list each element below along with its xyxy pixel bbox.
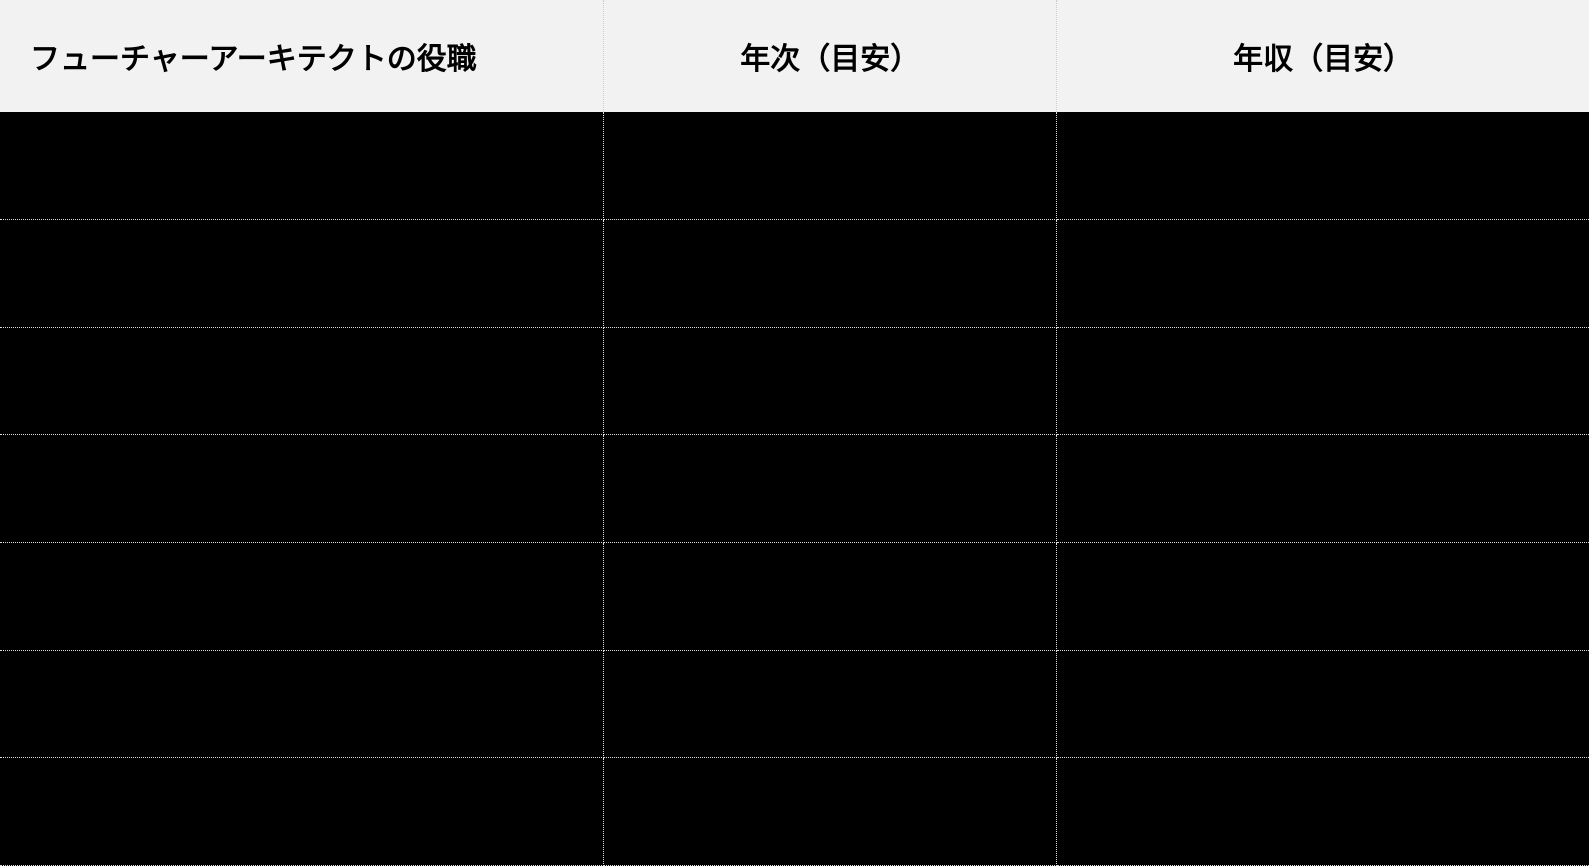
- table-row: [0, 220, 1589, 328]
- cell-position: [0, 758, 604, 866]
- header-years: 年次（目安）: [604, 0, 1057, 112]
- cell-salary: [1057, 327, 1589, 435]
- header-salary: 年収（目安）: [1057, 0, 1589, 112]
- cell-position: [0, 112, 604, 220]
- table-row: [0, 435, 1589, 543]
- cell-salary: [1057, 758, 1589, 866]
- cell-position: [0, 435, 604, 543]
- cell-years: [604, 327, 1057, 435]
- cell-salary: [1057, 435, 1589, 543]
- table-row: [0, 758, 1589, 866]
- cell-years: [604, 758, 1057, 866]
- salary-table: フューチャーアーキテクトの役職 年次（目安） 年収（目安）: [0, 0, 1589, 866]
- cell-position: [0, 327, 604, 435]
- salary-table-container: フューチャーアーキテクトの役職 年次（目安） 年収（目安）: [0, 0, 1589, 866]
- cell-salary: [1057, 220, 1589, 328]
- table-header-row: フューチャーアーキテクトの役職 年次（目安） 年収（目安）: [0, 0, 1589, 112]
- table-row: [0, 543, 1589, 651]
- cell-position: [0, 650, 604, 758]
- table-row: [0, 327, 1589, 435]
- cell-years: [604, 220, 1057, 328]
- cell-salary: [1057, 543, 1589, 651]
- cell-years: [604, 435, 1057, 543]
- cell-years: [604, 650, 1057, 758]
- header-position: フューチャーアーキテクトの役職: [0, 0, 604, 112]
- cell-years: [604, 543, 1057, 651]
- cell-salary: [1057, 112, 1589, 220]
- table-row: [0, 112, 1589, 220]
- cell-position: [0, 220, 604, 328]
- cell-years: [604, 112, 1057, 220]
- cell-position: [0, 543, 604, 651]
- cell-salary: [1057, 650, 1589, 758]
- table-row: [0, 650, 1589, 758]
